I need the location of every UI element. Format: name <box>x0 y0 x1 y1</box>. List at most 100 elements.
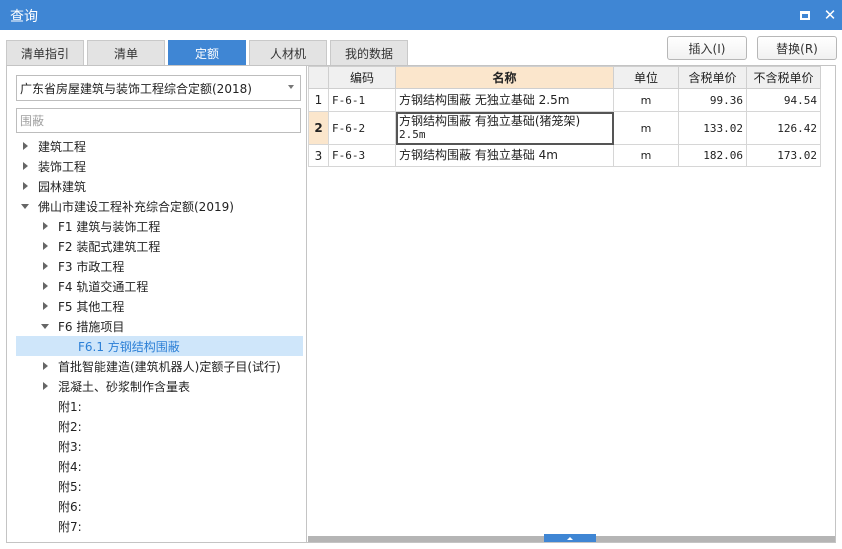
tree-item-appendix-6[interactable]: 附6: <box>16 496 303 516</box>
tree-item-f2[interactable]: F2 装配式建筑工程 <box>16 236 303 256</box>
column-header-unit[interactable]: 单位 <box>613 66 679 89</box>
category-tree: 建筑工程 装饰工程 园林建筑 佛山市建设工程补充综合定额(2019) F1 建筑… <box>16 136 303 536</box>
cell-price-tax[interactable]: 99.36 <box>678 88 747 112</box>
close-icon: ✕ <box>823 5 837 24</box>
cell-price-notax[interactable]: 94.54 <box>746 88 821 112</box>
tree-item-label: 首批智能建造(建筑机器人)定额子目(试行) <box>58 359 281 374</box>
cell-price-tax[interactable]: 133.02 <box>678 111 747 145</box>
tree-item-smart-construction[interactable]: 首批智能建造(建筑机器人)定额子目(试行) <box>16 356 303 376</box>
collapse-arrow-icon[interactable] <box>40 321 50 331</box>
tree-item-label: 附4: <box>58 459 82 474</box>
tree-item-label: F1 建筑与装饰工程 <box>58 219 161 234</box>
cell-code[interactable]: F-6-3 <box>328 144 396 167</box>
column-header-name[interactable]: 名称 <box>395 66 614 89</box>
cell-name-line-2: 2.5m <box>399 128 426 141</box>
library-select-value: 广东省房屋建筑与装饰工程综合定额(2018) <box>20 81 252 96</box>
tree-item-foshan-supplement[interactable]: 佛山市建设工程补充综合定额(2019) <box>16 196 303 216</box>
tree-item-label: F6.1 方钢结构围蔽 <box>78 339 180 354</box>
results-panel: 编码 名称 单位 含税单价 不含税单价 1 F-6-1 方钢结构围蔽 无独立基础… <box>308 66 835 542</box>
cell-name[interactable]: 方钢结构围蔽 有独立基础(猪笼架) 2.5m <box>395 111 614 145</box>
tab-labor-material-machine[interactable]: 人材机 <box>249 40 327 65</box>
cell-price-notax[interactable]: 173.02 <box>746 144 821 167</box>
tree-item-appendix-4[interactable]: 附4: <box>16 456 303 476</box>
left-panel: 广东省房屋建筑与装饰工程综合定额(2018) 建筑工程 装饰工程 园林建筑 <box>7 66 307 542</box>
dialog-body: 清单指引 清单 定额 人材机 我的数据 插入(I) 替换(R) 广东省房屋建筑与… <box>0 30 842 549</box>
tree-item-label: F2 装配式建筑工程 <box>58 239 161 254</box>
tree-item-appendix-5[interactable]: 附5: <box>16 476 303 496</box>
tree-item-f6[interactable]: F6 措施项目 <box>16 316 303 336</box>
expand-arrow-icon[interactable] <box>20 161 30 171</box>
tree-item-label: 附7: <box>58 519 82 534</box>
tree-item-label: 装饰工程 <box>38 159 87 174</box>
tree-item-f4[interactable]: F4 轨道交通工程 <box>16 276 303 296</box>
tree-item-f3[interactable]: F3 市政工程 <box>16 256 303 276</box>
content-frame: 广东省房屋建筑与装饰工程综合定额(2018) 建筑工程 装饰工程 园林建筑 <box>6 65 836 543</box>
table-row[interactable]: 1 F-6-1 方钢结构围蔽 无独立基础 2.5m m 99.36 94.54 <box>308 88 821 112</box>
cell-name[interactable]: 方钢结构围蔽 有独立基础 4m <box>395 144 614 167</box>
expand-arrow-icon[interactable] <box>40 221 50 231</box>
tab-list[interactable]: 清单 <box>87 40 165 65</box>
row-number: 1 <box>308 88 329 112</box>
expand-arrow-icon[interactable] <box>40 281 50 291</box>
tree-item-appendix-7[interactable]: 附7: <box>16 516 303 536</box>
expand-arrow-icon[interactable] <box>20 141 30 151</box>
tree-item-appendix-2[interactable]: 附2: <box>16 416 303 436</box>
expand-arrow-icon[interactable] <box>40 381 50 391</box>
tree-item-label: 佛山市建设工程补充综合定额(2019) <box>38 199 234 214</box>
expand-arrow-icon[interactable] <box>40 361 50 371</box>
tree-item-appendix-3[interactable]: 附3: <box>16 436 303 456</box>
close-button[interactable]: ✕ <box>820 5 840 25</box>
cell-name-line-1: 方钢结构围蔽 有独立基础(猪笼架) <box>399 114 581 128</box>
tree-item-label: F4 轨道交通工程 <box>58 279 149 294</box>
column-header-price-notax[interactable]: 不含税单价 <box>746 66 821 89</box>
tab-quota[interactable]: 定额 <box>168 40 246 65</box>
column-header-price-tax[interactable]: 含税单价 <box>678 66 747 89</box>
filter-input[interactable] <box>16 108 301 133</box>
cell-name[interactable]: 方钢结构围蔽 无独立基础 2.5m <box>395 88 614 112</box>
tree-item-concrete-mortar[interactable]: 混凝土、砂浆制作含量表 <box>16 376 303 396</box>
tree-item-label: F3 市政工程 <box>58 259 125 274</box>
cell-price-notax[interactable]: 126.42 <box>746 111 821 145</box>
tree-item-label: 附2: <box>58 419 82 434</box>
tree-item-label: 附5: <box>58 479 82 494</box>
cell-price-tax[interactable]: 182.06 <box>678 144 747 167</box>
cell-code[interactable]: F-6-2 <box>328 111 396 145</box>
tree-item-garden[interactable]: 园林建筑 <box>16 176 303 196</box>
title-bar: 查询 ✕ <box>0 0 842 30</box>
tree-item-building[interactable]: 建筑工程 <box>16 136 303 156</box>
row-number: 2 <box>308 111 329 145</box>
table-row[interactable]: 3 F-6-3 方钢结构围蔽 有独立基础 4m m 182.06 173.02 <box>308 144 821 167</box>
scroll-up-arrow-icon[interactable] <box>544 534 596 542</box>
tree-item-f5[interactable]: F5 其他工程 <box>16 296 303 316</box>
library-select[interactable]: 广东省房屋建筑与装饰工程综合定额(2018) <box>16 75 301 101</box>
cell-code[interactable]: F-6-1 <box>328 88 396 112</box>
insert-button[interactable]: 插入(I) <box>667 36 747 60</box>
expand-arrow-icon[interactable] <box>40 301 50 311</box>
tree-item-label: 附1: <box>58 399 82 414</box>
window-title: 查询 <box>10 9 38 25</box>
maximize-icon <box>800 10 810 20</box>
row-number-header <box>308 66 329 89</box>
collapse-arrow-icon[interactable] <box>20 201 30 211</box>
tree-item-label: F5 其他工程 <box>58 299 125 314</box>
tab-list-guide[interactable]: 清单指引 <box>6 40 84 65</box>
expand-arrow-icon[interactable] <box>20 181 30 191</box>
tree-item-label: 附3: <box>58 439 82 454</box>
expand-arrow-icon[interactable] <box>40 241 50 251</box>
results-table: 编码 名称 单位 含税单价 不含税单价 1 F-6-1 方钢结构围蔽 无独立基础… <box>308 66 821 167</box>
tree-item-f6-1[interactable]: F6.1 方钢结构围蔽 <box>16 336 303 356</box>
replace-button[interactable]: 替换(R) <box>757 36 837 60</box>
tab-bar: 清单指引 清单 定额 人材机 我的数据 <box>6 40 411 65</box>
expand-arrow-icon[interactable] <box>40 261 50 271</box>
cell-unit[interactable]: m <box>613 111 679 145</box>
maximize-button[interactable] <box>795 5 815 25</box>
tree-item-f1[interactable]: F1 建筑与装饰工程 <box>16 216 303 236</box>
tree-item-label: F6 措施项目 <box>58 319 125 334</box>
cell-unit[interactable]: m <box>613 144 679 167</box>
tree-item-appendix-1[interactable]: 附1: <box>16 396 303 416</box>
table-row-selected[interactable]: 2 F-6-2 方钢结构围蔽 有独立基础(猪笼架) 2.5m m 133.02 … <box>308 111 821 145</box>
cell-unit[interactable]: m <box>613 88 679 112</box>
tree-item-decoration[interactable]: 装饰工程 <box>16 156 303 176</box>
column-header-code[interactable]: 编码 <box>328 66 396 89</box>
tab-my-data[interactable]: 我的数据 <box>330 40 408 65</box>
